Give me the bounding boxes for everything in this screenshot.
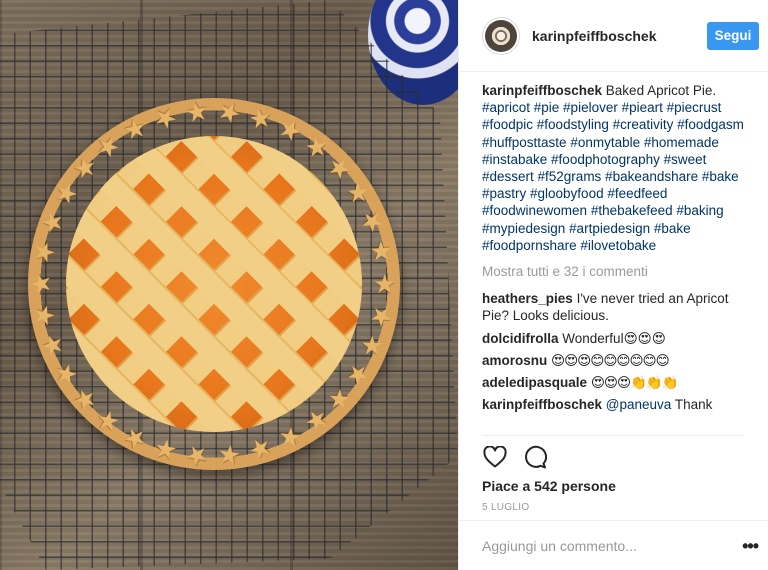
speech-bubble-icon[interactable] bbox=[522, 444, 548, 470]
crust-star: ★ bbox=[93, 134, 125, 160]
comment-text: Wonderful😍😍😍 bbox=[562, 330, 666, 346]
crust-star: ★ bbox=[373, 269, 397, 299]
follow-button[interactable]: Segui bbox=[707, 21, 759, 50]
caption-text: Baked Apricot Pie. bbox=[605, 83, 717, 98]
crust-star: ★ bbox=[92, 408, 126, 435]
heart-icon[interactable] bbox=[482, 444, 508, 470]
crust-star: ★ bbox=[243, 104, 277, 133]
comment-text: 😍😍😍👏👏👏 bbox=[590, 375, 679, 391]
comment-username[interactable]: heathers_pies bbox=[482, 291, 573, 306]
crust-star: ★ bbox=[303, 405, 330, 438]
likes-count[interactable]: Piace a 542 persone bbox=[482, 478, 616, 494]
post-image[interactable]: ★ ★ ★ ★ ★ ★ ★ ★ ★ ★ ★ ★ ★ ★ ★ ★ ★ ★ ★ ★ ★ ★ ★ ★ ★ ★ ★ ★ ★ ★ ★ ★ ★ ★ bbox=[0, 0, 458, 570]
show-all-comments-link[interactable]: Mostra tutti e 32 i commenti bbox=[482, 263, 757, 280]
pie-filling bbox=[66, 136, 362, 432]
post-date[interactable]: 5 LUGLIO bbox=[482, 502, 529, 513]
comments-section: karinpfeiffboschek Baked Apricot Pie. #a… bbox=[482, 82, 757, 418]
comment-row: adeledipasquale 😍😍😍👏👏👏 bbox=[482, 374, 757, 391]
post-details-panel: karinpfeiffboschek Segui karinpfeiffbosc… bbox=[458, 0, 768, 570]
comment-row: amorosnu 😍😍😍😊😊😊😊😊😊 bbox=[482, 352, 757, 369]
post-header: karinpfeiffboschek Segui bbox=[459, 0, 768, 72]
comment-text: 😍😍😍😊😊😊😊😊😊 bbox=[551, 352, 670, 368]
comment-username[interactable]: amorosnu bbox=[482, 353, 547, 368]
caption-hashtags[interactable]: #apricot #pie #pielover #pieart #piecrus… bbox=[482, 100, 744, 253]
comment-row: karinpfeiffboschek @paneuva Thank bbox=[482, 396, 757, 413]
comment-username[interactable]: adeledipasquale bbox=[482, 375, 587, 390]
action-bar bbox=[482, 444, 548, 470]
avatar[interactable] bbox=[482, 16, 520, 55]
caption: karinpfeiffboschek Baked Apricot Pie. #a… bbox=[482, 82, 757, 254]
crust-star: ★ bbox=[25, 272, 56, 296]
comment-username[interactable]: karinpfeiffboschek bbox=[482, 397, 602, 412]
comment-row: dolcidifrolla Wonderful😍😍😍 bbox=[482, 330, 757, 347]
lattice-top bbox=[66, 136, 362, 432]
comment-input[interactable] bbox=[482, 537, 743, 554]
divider bbox=[482, 435, 744, 436]
header-username[interactable]: karinpfeiffboschek bbox=[532, 28, 707, 44]
add-comment-bar: ••• bbox=[459, 520, 768, 570]
comment-username[interactable]: dolcidifrolla bbox=[482, 331, 559, 346]
crust-star: ★ bbox=[302, 130, 330, 164]
comment-text: Thank bbox=[674, 397, 713, 413]
comment-mention[interactable]: @paneuva bbox=[606, 397, 672, 412]
caption-username[interactable]: karinpfeiffboschek bbox=[482, 83, 602, 98]
more-dots-icon[interactable]: ••• bbox=[742, 537, 759, 555]
crust-star: ★ bbox=[151, 432, 180, 467]
comment-row: heathers_pies I've never tried an Aprico… bbox=[482, 290, 757, 324]
